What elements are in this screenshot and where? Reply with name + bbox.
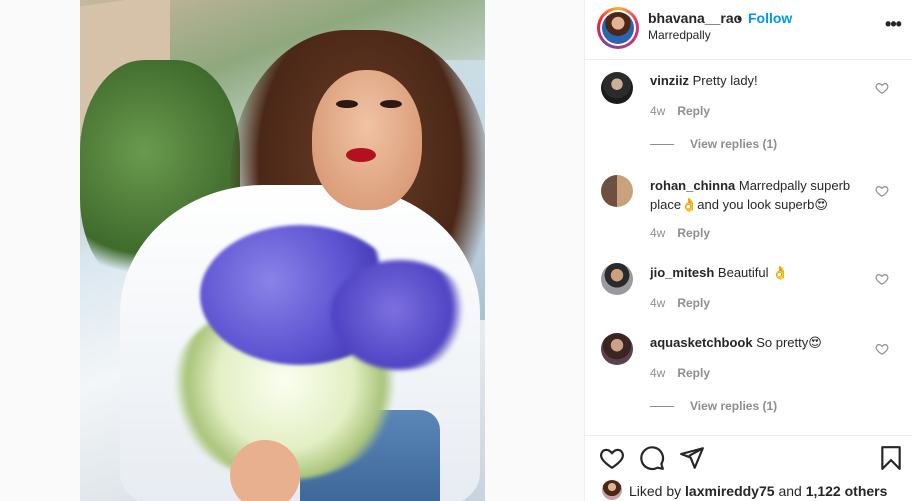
heart-icon[interactable]: [875, 342, 889, 356]
post-photo[interactable]: [80, 0, 485, 501]
reply-button[interactable]: Reply: [677, 104, 710, 118]
photo-subject-face: [312, 70, 422, 210]
commenter-username[interactable]: aquasketchbook: [650, 335, 753, 350]
comment-text: vinziiz Pretty lady!: [650, 71, 865, 90]
photo-subject-eye: [380, 100, 402, 108]
comment-body: Beautiful 👌: [717, 265, 789, 280]
commenter-avatar[interactable]: [601, 72, 633, 104]
comment-meta: 4w Reply: [650, 366, 722, 380]
comment-body: Pretty lady!: [692, 73, 758, 88]
comment-body: Marredpally superb: [738, 178, 851, 193]
bookmark-icon[interactable]: [878, 445, 904, 471]
view-replies-button[interactable]: View replies (1): [650, 399, 777, 413]
comment-body-line2: place👌and you look superb😍: [650, 197, 828, 212]
header-separator: •: [737, 10, 742, 26]
post-location[interactable]: Marredpally: [648, 28, 711, 42]
post-actions-bar: [585, 435, 912, 479]
heart-icon[interactable]: [875, 272, 889, 286]
heart-icon[interactable]: [599, 445, 625, 471]
heart-icon[interactable]: [875, 184, 889, 198]
comment-age: 4w: [650, 366, 666, 380]
photo-subject-lips: [346, 148, 376, 162]
comment-age: 4w: [650, 226, 666, 240]
reply-button[interactable]: Reply: [677, 366, 710, 380]
comments-list[interactable]: vinziiz Pretty lady! 4w Reply View replie…: [585, 61, 912, 435]
commenter-avatar[interactable]: [601, 263, 633, 295]
reply-button[interactable]: Reply: [677, 296, 710, 310]
post-sidebar: bhavana__rao • Follow Marredpally ••• vi…: [584, 0, 912, 501]
liker-avatar[interactable]: [602, 480, 622, 500]
commenter-username[interactable]: rohan_chinna: [650, 178, 735, 193]
liker-username[interactable]: laxmireddy75: [685, 483, 775, 499]
share-icon[interactable]: [679, 445, 705, 471]
commenter-username[interactable]: vinziiz: [650, 73, 689, 88]
comment-meta: 4w Reply: [650, 104, 722, 118]
post-header: bhavana__rao • Follow Marredpally •••: [585, 0, 912, 60]
comment-text: jio_mitesh Beautiful 👌: [650, 263, 865, 282]
likes-summary: Liked by laxmireddy75 and 1,122 others: [629, 483, 887, 499]
comment-icon[interactable]: [639, 445, 665, 471]
view-replies-button[interactable]: View replies (1): [650, 137, 777, 151]
comment-age: 4w: [650, 296, 666, 310]
reply-button[interactable]: Reply: [677, 226, 710, 240]
photo-purple-flowers: [330, 260, 470, 370]
commenter-avatar[interactable]: [601, 333, 633, 365]
commenter-avatar[interactable]: [601, 175, 633, 207]
comment-meta: 4w Reply: [650, 296, 722, 310]
author-username[interactable]: bhavana__rao: [648, 10, 742, 26]
follow-button[interactable]: Follow: [748, 10, 792, 26]
comment-text: aquasketchbook So pretty😍: [650, 333, 865, 352]
likes-others-count[interactable]: 1,122 others: [806, 483, 888, 499]
comment-age: 4w: [650, 104, 666, 118]
comment-meta: 4w Reply: [650, 226, 722, 240]
comment-text: rohan_chinna Marredpally superb place👌and…: [650, 176, 865, 214]
likes-conjunction: and: [778, 483, 802, 499]
author-avatar[interactable]: [597, 7, 639, 49]
commenter-username[interactable]: jio_mitesh: [650, 265, 714, 280]
heart-icon[interactable]: [875, 81, 889, 95]
likes-prefix: Liked by: [629, 483, 682, 499]
photo-subject-hand: [230, 440, 300, 501]
comment-body: So pretty😍: [756, 335, 822, 350]
more-horizontal-icon[interactable]: •••: [883, 14, 903, 34]
photo-subject-eye: [336, 100, 358, 108]
